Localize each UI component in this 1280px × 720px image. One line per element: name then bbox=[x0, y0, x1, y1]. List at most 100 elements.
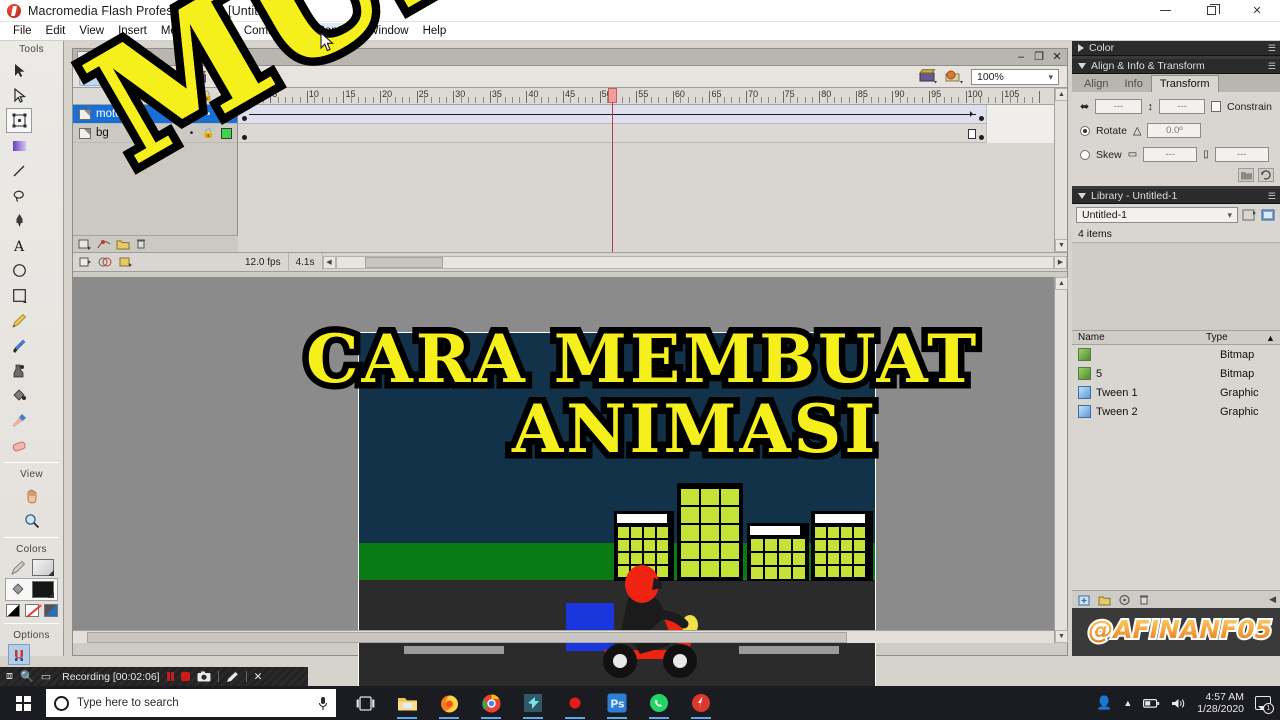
edit-scene-icon[interactable] bbox=[919, 69, 938, 84]
timeline-horizontal-scroll[interactable]: ◀ ▶ bbox=[322, 255, 1067, 269]
pin-library-icon[interactable] bbox=[1261, 208, 1276, 222]
selection-arrow-icon[interactable] bbox=[6, 58, 32, 83]
scroll-left-icon[interactable]: ◀ bbox=[1269, 594, 1276, 605]
list-item[interactable]: Tween 2 Graphic bbox=[1072, 402, 1280, 421]
library-column-type[interactable]: Type bbox=[1206, 332, 1266, 343]
recorder-close-icon[interactable]: ✕ bbox=[254, 671, 263, 683]
text-icon[interactable]: A bbox=[6, 233, 32, 258]
keyframe-marker[interactable] bbox=[242, 135, 247, 140]
camera-icon[interactable] bbox=[197, 671, 211, 682]
pencil-icon[interactable] bbox=[6, 308, 32, 333]
document-close-button[interactable]: ✕ bbox=[1051, 50, 1063, 63]
minimize-button[interactable] bbox=[1142, 0, 1188, 22]
document-restore-button[interactable]: ❐ bbox=[1033, 50, 1045, 63]
gradient-transform-icon[interactable] bbox=[6, 133, 32, 158]
chevron-down-icon[interactable] bbox=[1078, 193, 1086, 199]
timeline-toggle-button[interactable]: Timeline bbox=[79, 67, 153, 86]
menu-help[interactable]: Help bbox=[416, 23, 454, 39]
timeline-ruler[interactable]: 1 5 10 15 20 25 30 35 40 45 50 55 60 65 70 75 80 85 90 95 10… bbox=[238, 88, 1067, 105]
layer-visible-toggle[interactable]: • bbox=[183, 109, 200, 120]
edit-symbol-icon[interactable] bbox=[945, 69, 964, 84]
transform-width-input[interactable]: --- bbox=[1095, 99, 1142, 114]
close-button[interactable]: ✕ bbox=[1234, 0, 1280, 22]
magnifier-icon[interactable]: 🔍 bbox=[20, 670, 34, 683]
stage-horizontal-scrollbar[interactable] bbox=[73, 630, 1054, 643]
symbol-properties-icon[interactable] bbox=[1118, 594, 1131, 606]
volume-icon[interactable] bbox=[1171, 697, 1186, 710]
sort-icon[interactable]: ▲ bbox=[1266, 333, 1280, 343]
tab-transform[interactable]: Transform bbox=[1150, 75, 1219, 92]
black-white-icon[interactable] bbox=[5, 604, 20, 617]
menu-edit[interactable]: Edit bbox=[39, 23, 73, 39]
firefox-icon[interactable] bbox=[430, 686, 468, 720]
new-symbol-icon[interactable] bbox=[1078, 594, 1091, 606]
tab-info[interactable]: Info bbox=[1116, 76, 1150, 92]
center-frame-icon[interactable] bbox=[79, 256, 92, 268]
scroll-up-button[interactable]: ▲ bbox=[1055, 88, 1067, 101]
flash-icon[interactable] bbox=[682, 686, 720, 720]
menu-window[interactable]: Window bbox=[361, 23, 416, 39]
cortana-circle-icon[interactable] bbox=[54, 695, 69, 711]
region-select-icon[interactable]: ▭ bbox=[41, 670, 51, 683]
paint-bucket-icon[interactable] bbox=[6, 383, 32, 408]
chrome-icon[interactable] bbox=[472, 686, 510, 720]
line-icon[interactable] bbox=[6, 158, 32, 183]
stage-area[interactable]: ▲ ▼ bbox=[73, 277, 1068, 702]
eye-icon[interactable]: 👁 bbox=[179, 91, 192, 102]
menu-text[interactable]: Text bbox=[202, 23, 237, 39]
timeline-scroll-thumb[interactable] bbox=[364, 256, 443, 268]
panel-options-icon[interactable]: ☰ bbox=[1268, 43, 1276, 54]
lasso-icon[interactable] bbox=[6, 183, 32, 208]
pen-icon[interactable] bbox=[6, 208, 32, 233]
fill-color-swatch[interactable] bbox=[31, 581, 54, 598]
screen-recorder-icon[interactable] bbox=[556, 686, 594, 720]
library-column-name[interactable]: Name bbox=[1072, 332, 1206, 343]
show-hidden-icons-icon[interactable]: ▲ bbox=[1123, 698, 1132, 708]
end-frame-marker[interactable] bbox=[968, 129, 976, 139]
skew-radio[interactable] bbox=[1080, 149, 1090, 160]
editor-icon[interactable] bbox=[514, 686, 552, 720]
constrain-checkbox[interactable] bbox=[1211, 101, 1222, 112]
stage-scroll-up-button[interactable]: ▲ bbox=[1055, 277, 1068, 290]
eraser-icon[interactable] bbox=[6, 433, 32, 458]
hand-icon[interactable] bbox=[19, 483, 45, 508]
list-item[interactable]: 5 Bitmap bbox=[1072, 364, 1280, 383]
menu-control[interactable]: Control bbox=[309, 23, 361, 39]
microphone-icon[interactable] bbox=[318, 696, 328, 711]
menu-modify[interactable]: Modify bbox=[154, 23, 202, 39]
people-icon[interactable]: 👤 bbox=[1096, 695, 1112, 711]
back-arrow-icon[interactable]: ← bbox=[161, 69, 174, 84]
tab-align[interactable]: Align bbox=[1076, 76, 1116, 92]
scroll-left-button[interactable]: ◀ bbox=[322, 255, 336, 269]
battery-icon[interactable] bbox=[1143, 698, 1160, 709]
edit-multiple-frames-icon[interactable] bbox=[119, 256, 133, 268]
copy-and-apply-transform-icon[interactable] bbox=[1238, 168, 1254, 182]
document-tab[interactable]: Untitled-1* bbox=[77, 51, 153, 66]
insert-layer-icon[interactable] bbox=[78, 238, 92, 250]
layer-visible-toggle[interactable]: • bbox=[183, 128, 200, 139]
timeline-vertical-scrollbar[interactable]: ▲ ▼ bbox=[1054, 88, 1067, 252]
eyedropper-icon[interactable] bbox=[6, 408, 32, 433]
outline-square-icon[interactable]: ☐ bbox=[222, 91, 231, 102]
file-explorer-icon[interactable] bbox=[388, 686, 426, 720]
library-document-select[interactable]: Untitled-1 ▾ bbox=[1076, 207, 1238, 223]
list-item[interactable]: Bitmap bbox=[1072, 345, 1280, 364]
layer-row-bg[interactable]: bg • 🔒 bbox=[73, 124, 237, 143]
layer-color-chip[interactable] bbox=[221, 108, 232, 120]
search-box[interactable]: Type here to search bbox=[46, 689, 336, 717]
window-select-icon[interactable]: ⧈ bbox=[6, 670, 13, 683]
rotate-value-input[interactable]: 0.0º bbox=[1147, 123, 1202, 138]
layer-lock-closed-icon[interactable]: 🔒 bbox=[200, 128, 217, 139]
menu-commands[interactable]: Commands bbox=[237, 23, 310, 39]
zoom-icon[interactable] bbox=[19, 508, 45, 533]
stop-icon[interactable] bbox=[180, 672, 190, 681]
skew-vertical-input[interactable]: --- bbox=[1214, 147, 1269, 162]
list-item[interactable]: Tween 1 Graphic bbox=[1072, 383, 1280, 402]
skew-horizontal-input[interactable]: --- bbox=[1143, 147, 1198, 162]
keyframe-marker-end[interactable] bbox=[979, 116, 984, 121]
lock-icon[interactable]: 🔒 bbox=[201, 91, 213, 102]
panel-options-icon[interactable]: ☰ bbox=[1268, 61, 1276, 72]
task-view-icon[interactable] bbox=[346, 686, 384, 720]
reset-transform-icon[interactable] bbox=[1258, 168, 1274, 182]
frame-row-bg[interactable] bbox=[238, 124, 1067, 143]
